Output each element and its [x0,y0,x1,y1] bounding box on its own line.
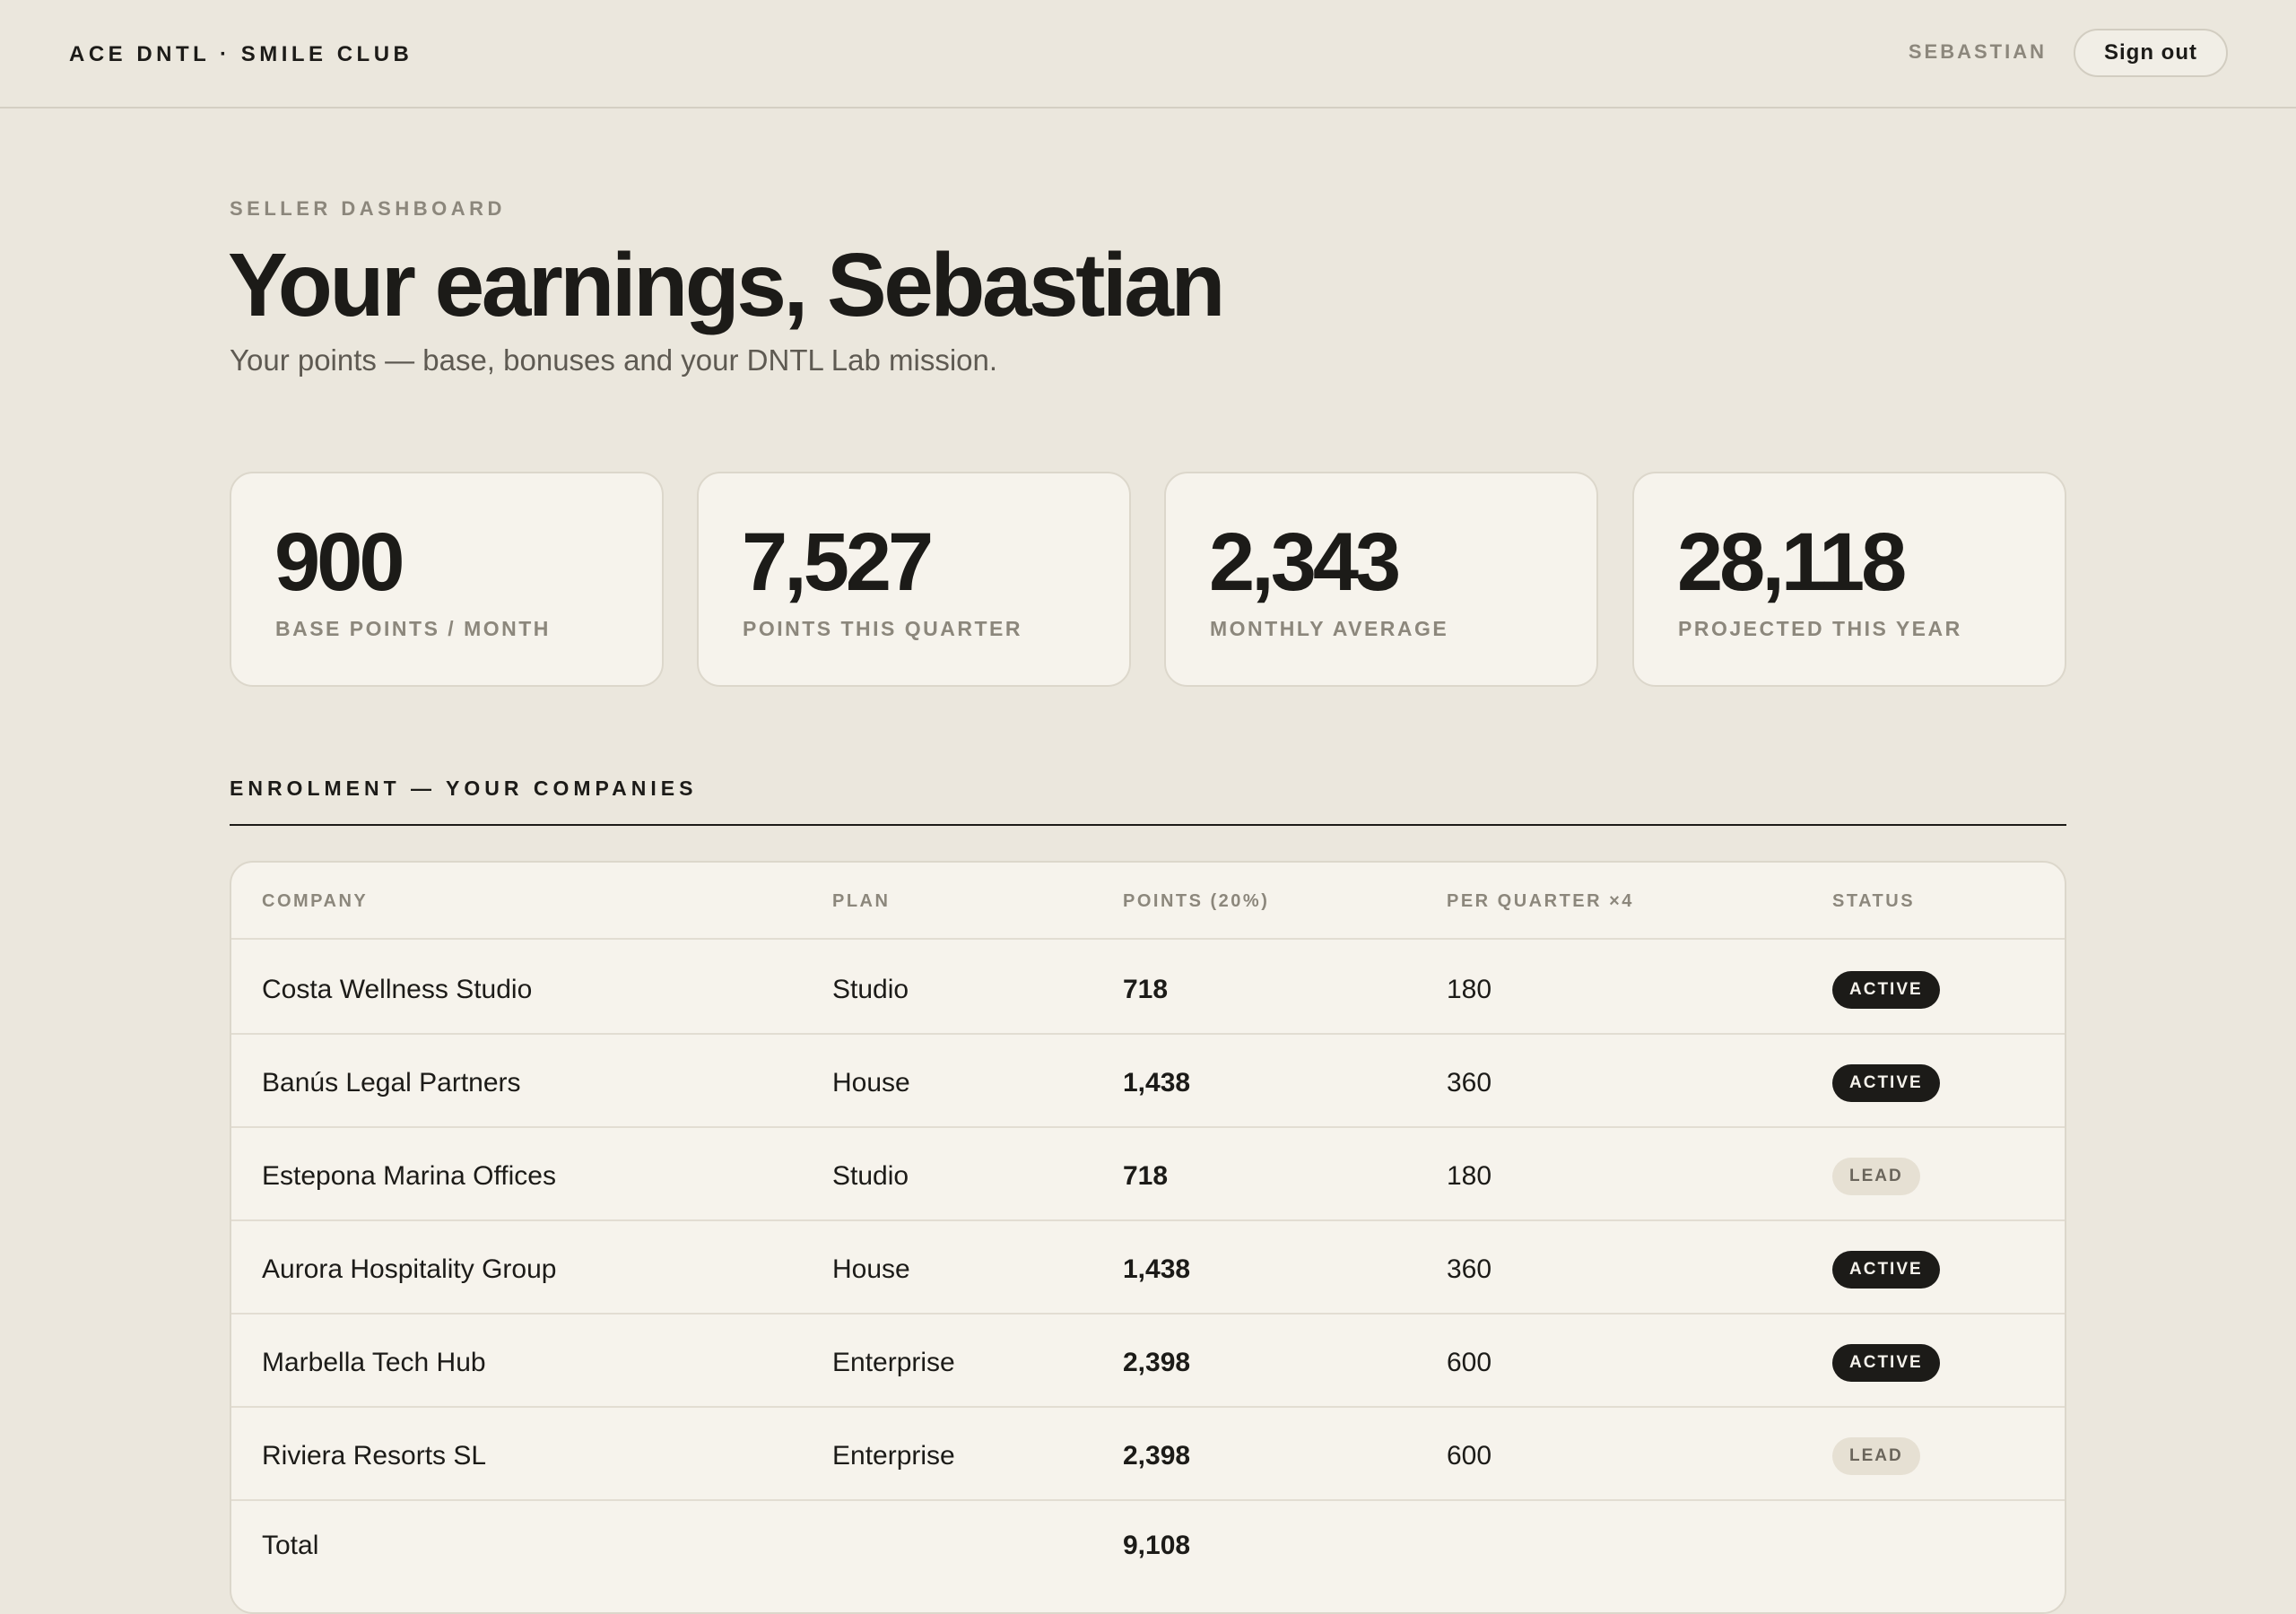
user-name: SEBASTIAN [1908,40,2047,63]
per-quarter-value: 360 [1447,1254,1492,1284]
table-row[interactable]: Aurora Hospitality Group House 1,438 360… [231,1221,2065,1315]
status-badge: ACTIVE [1832,971,1940,1009]
per-quarter-value: 180 [1447,1161,1492,1191]
column-header-status: STATUS [1832,891,1916,911]
stat-card-projected-year: 28,118 PROJECTED THIS YEAR [1632,472,2066,687]
stats-row: 900 BASE POINTS / MONTH 7,527 POINTS THI… [230,472,2066,687]
column-header-points: POINTS (20%) [1123,891,1270,911]
table-row[interactable]: Estepona Marina Offices Studio 718 180 L… [231,1128,2065,1221]
plan-name: Enterprise [832,1348,955,1377]
sign-out-button[interactable]: Sign out [2074,29,2228,77]
total-points-value: 9,108 [1123,1531,1191,1560]
column-header-per-quarter: PER QUARTER ×4 [1447,891,1634,911]
company-name: Marbella Tech Hub [262,1348,486,1377]
stat-value: 900 [274,516,404,608]
page-subtitle: Your points — base, bonuses and your DNT… [230,343,998,377]
status-badge: ACTIVE [1832,1064,1940,1102]
points-value: 2,398 [1123,1348,1191,1377]
per-quarter-value: 360 [1447,1068,1492,1098]
stat-card-points-quarter: 7,527 POINTS THIS QUARTER [697,472,1131,687]
stat-value: 28,118 [1677,516,1907,608]
brand-logo-text[interactable]: ACE DNTL · SMILE CLUB [69,42,413,67]
per-quarter-value: 180 [1447,975,1492,1004]
column-header-company: COMPANY [262,891,369,911]
table-row[interactable]: Riviera Resorts SL Enterprise 2,398 600 … [231,1408,2065,1501]
plan-name: House [832,1068,910,1098]
page-title: Your earnings, Sebastian [228,235,1225,335]
stat-value: 2,343 [1209,516,1401,608]
section-title-enrolment: ENROLMENT — YOUR COMPANIES [230,777,698,800]
points-value: 1,438 [1123,1254,1191,1284]
column-header-plan: PLAN [832,891,891,911]
status-badge: ACTIVE [1832,1344,1940,1382]
status-badge: LEAD [1832,1437,1920,1475]
per-quarter-value: 600 [1447,1348,1492,1377]
plan-name: Studio [832,1161,909,1191]
points-value: 2,398 [1123,1441,1191,1471]
company-name: Banús Legal Partners [262,1068,521,1098]
stat-label: POINTS THIS QUARTER [743,617,1023,640]
stat-card-base-points: 900 BASE POINTS / MONTH [230,472,664,687]
points-value: 1,438 [1123,1068,1191,1098]
top-bar: ACE DNTL · SMILE CLUB SEBASTIAN Sign out [0,0,2296,108]
table-row[interactable]: Banús Legal Partners House 1,438 360 ACT… [231,1035,2065,1128]
plan-name: House [832,1254,910,1284]
stat-label: BASE POINTS / MONTH [275,617,551,640]
plan-name: Studio [832,975,909,1004]
company-name: Estepona Marina Offices [262,1161,556,1191]
table-row[interactable]: Costa Wellness Studio Studio 718 180 ACT… [231,941,2065,1035]
company-name: Aurora Hospitality Group [262,1254,557,1284]
companies-table: COMPANY PLAN POINTS (20%) PER QUARTER ×4… [230,861,2066,1614]
company-name: Costa Wellness Studio [262,975,533,1004]
points-value: 718 [1123,1161,1169,1191]
stat-label: PROJECTED THIS YEAR [1678,617,1962,640]
total-label: Total [262,1531,319,1560]
table-row[interactable]: Marbella Tech Hub Enterprise 2,398 600 A… [231,1315,2065,1408]
stat-card-monthly-average: 2,343 MONTHLY AVERAGE [1164,472,1598,687]
page-eyebrow: SELLER DASHBOARD [230,197,506,220]
points-value: 718 [1123,975,1169,1004]
section-divider [230,824,2066,826]
status-badge: LEAD [1832,1158,1920,1195]
stat-label: MONTHLY AVERAGE [1210,617,1449,640]
stat-value: 7,527 [742,516,934,608]
per-quarter-value: 600 [1447,1441,1492,1471]
status-badge: ACTIVE [1832,1251,1940,1289]
company-name: Riviera Resorts SL [262,1441,487,1471]
table-total-row: Total 9,108 [231,1501,2065,1594]
table-header: COMPANY PLAN POINTS (20%) PER QUARTER ×4… [231,863,2065,940]
plan-name: Enterprise [832,1441,955,1471]
